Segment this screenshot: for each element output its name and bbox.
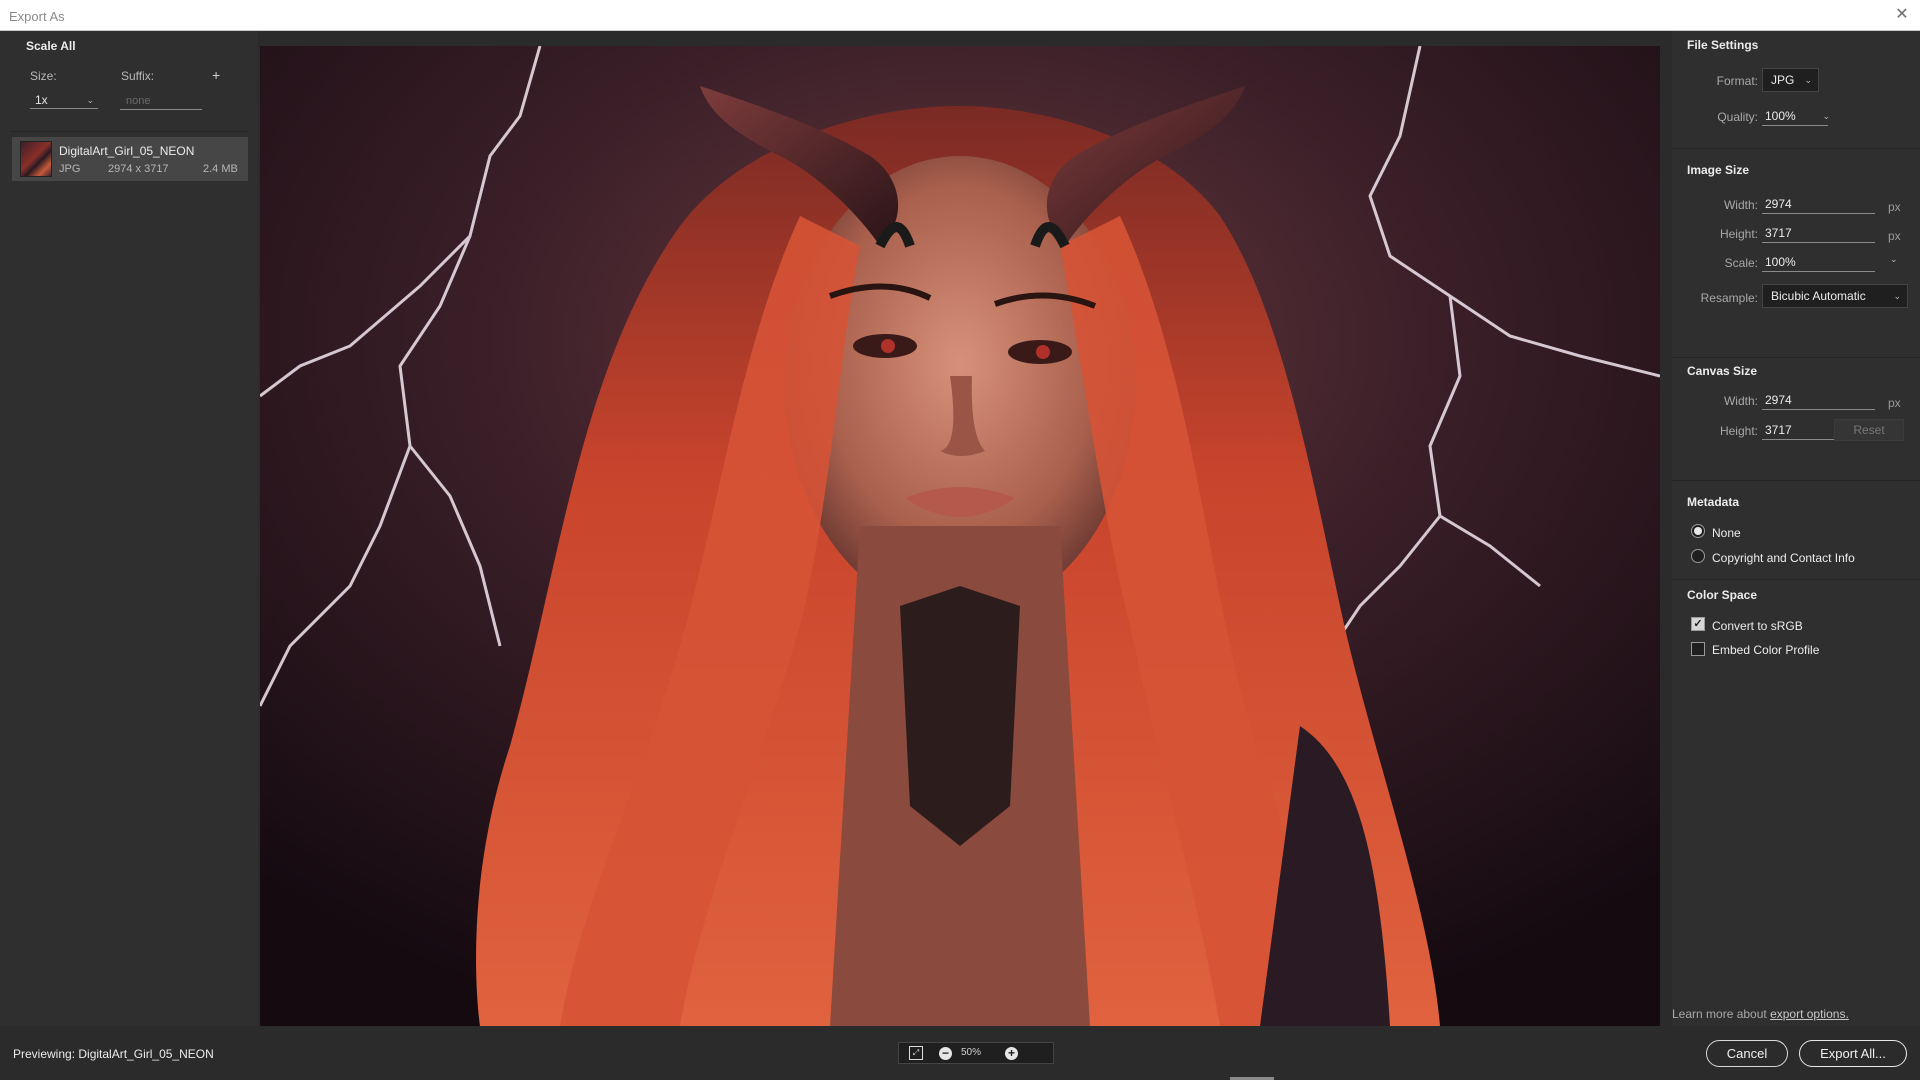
scale-value: 100% <box>1765 255 1796 269</box>
resample-value: Bicubic Automatic <box>1771 289 1866 303</box>
format-value: JPG <box>1771 73 1795 87</box>
fern-tattoo <box>900 586 1020 846</box>
window-title: Export As <box>9 9 65 24</box>
previewing-label: Previewing: <box>13 1047 76 1061</box>
chevron-down-icon: ⌄ <box>1893 291 1901 301</box>
plus-icon: + <box>212 67 221 83</box>
fit-to-screen-icon[interactable]: ⤢ <box>909 1046 923 1060</box>
format-select[interactable]: JPG ⌄ <box>1762 68 1819 92</box>
preview-artwork <box>260 46 1660 1026</box>
metadata-header: Metadata <box>1687 495 1740 509</box>
zoom-value: 50% <box>961 1047 982 1058</box>
previewing-status: Previewing: DigitalArt_Girl_05_NEON <box>13 1047 214 1061</box>
asset-format: JPG <box>59 163 81 175</box>
image-width-label: Width: <box>1723 198 1758 212</box>
right-iris <box>1036 345 1050 359</box>
image-width-unit: px <box>1888 200 1901 214</box>
divider <box>10 131 248 132</box>
image-preview[interactable] <box>260 46 1660 1026</box>
image-size-header: Image Size <box>1687 163 1750 177</box>
reset-button[interactable]: Reset <box>1834 419 1904 441</box>
quality-label: Quality: <box>1717 110 1758 124</box>
resample-select[interactable]: Bicubic Automatic ⌄ <box>1762 284 1908 308</box>
metadata-none-label: None <box>1712 526 1741 540</box>
previewing-name: DigitalArt_Girl_05_NEON <box>78 1047 214 1061</box>
asset-dimensions: 2974 x 3717 <box>108 163 169 175</box>
canvas-width-label: Width: <box>1723 394 1758 408</box>
canvas-height-label: Height: <box>1719 424 1758 438</box>
metadata-copyright-radio[interactable] <box>1691 549 1705 563</box>
bottom-bar: Previewing: DigitalArt_Girl_05_NEON ⤢ − … <box>0 1026 1920 1080</box>
learn-more-prefix: Learn more about <box>1672 1007 1771 1021</box>
scale-input[interactable]: 100% <box>1762 254 1875 272</box>
export-all-button[interactable]: Export All... <box>1799 1040 1907 1067</box>
scale-chevron-icon[interactable]: ⌄ <box>1890 254 1898 265</box>
left-iris <box>881 339 895 353</box>
convert-srgb-checkbox[interactable]: ✓ <box>1691 617 1705 631</box>
embed-profile-checkbox[interactable] <box>1691 642 1705 656</box>
left-panel: Scale All Size: Suffix: + 1x ⌄ none Digi… <box>0 31 258 1026</box>
image-height-label: Height: <box>1719 227 1758 241</box>
canvas-width-input[interactable]: 2974 <box>1762 392 1875 410</box>
zoom-out-icon[interactable]: − <box>939 1047 952 1060</box>
canvas-size-header: Canvas Size <box>1687 364 1758 378</box>
suffix-label: Suffix: <box>121 69 155 83</box>
canvas-width-unit: px <box>1888 396 1901 410</box>
chevron-down-icon: ⌄ <box>86 95 94 105</box>
convert-srgb-label: Convert to sRGB <box>1712 619 1803 633</box>
asset-thumbnail <box>20 141 52 177</box>
image-size-section: Image Size Width: 2974 px Height: 3717 p… <box>1672 155 1920 358</box>
learn-more-text: Learn more about export options. <box>1672 1007 1849 1021</box>
quality-input[interactable]: 100% ⌄ <box>1762 108 1830 126</box>
add-scale-button[interactable]: + <box>212 67 220 83</box>
color-space-header: Color Space <box>1687 588 1758 602</box>
asset-filesize: 2.4 MB <box>203 163 238 175</box>
image-height-input[interactable]: 3717 <box>1762 225 1875 243</box>
title-bar: Export As ✕ <box>0 0 1920 31</box>
export-options-link[interactable]: export options. <box>1770 1007 1849 1021</box>
cancel-button[interactable]: Cancel <box>1706 1040 1788 1067</box>
scale-label: Scale: <box>1724 256 1758 270</box>
chevron-down-icon: ⌄ <box>1822 111 1830 121</box>
asset-list-item[interactable]: DigitalArt_Girl_05_NEON JPG 2974 x 3717 … <box>12 137 248 181</box>
format-label: Format: <box>1716 74 1758 88</box>
close-icon[interactable]: ✕ <box>1890 4 1914 26</box>
image-width-input[interactable]: 2974 <box>1762 196 1875 214</box>
color-space-section: Color Space ✓ Convert to sRGB Embed Colo… <box>1672 580 1920 672</box>
zoom-control: ⤢ − 50% + <box>898 1042 1054 1064</box>
file-settings-header: File Settings <box>1687 38 1759 52</box>
zoom-in-icon[interactable]: + <box>1005 1047 1018 1060</box>
metadata-section: Metadata None Copyright and Contact Info <box>1672 486 1920 580</box>
metadata-none-radio[interactable] <box>1691 524 1705 538</box>
asset-name: DigitalArt_Girl_05_NEON <box>59 144 195 158</box>
settings-panel: File Settings Format: JPG ⌄ Quality: 100… <box>1672 31 1920 1026</box>
chevron-down-icon: ⌄ <box>1804 75 1812 85</box>
image-height-unit: px <box>1888 229 1901 243</box>
quality-value: 100% <box>1765 109 1796 123</box>
size-label: Size: <box>30 69 57 83</box>
metadata-copyright-label: Copyright and Contact Info <box>1712 551 1855 565</box>
file-settings-section: File Settings Format: JPG ⌄ Quality: 100… <box>1672 31 1920 149</box>
size-select[interactable]: 1x ⌄ <box>30 91 98 109</box>
resample-label: Resample: <box>1700 291 1758 305</box>
embed-profile-label: Embed Color Profile <box>1712 643 1820 657</box>
size-value: 1x <box>35 93 48 107</box>
suffix-input[interactable]: none <box>120 93 202 110</box>
scale-all-header: Scale All <box>26 39 76 53</box>
